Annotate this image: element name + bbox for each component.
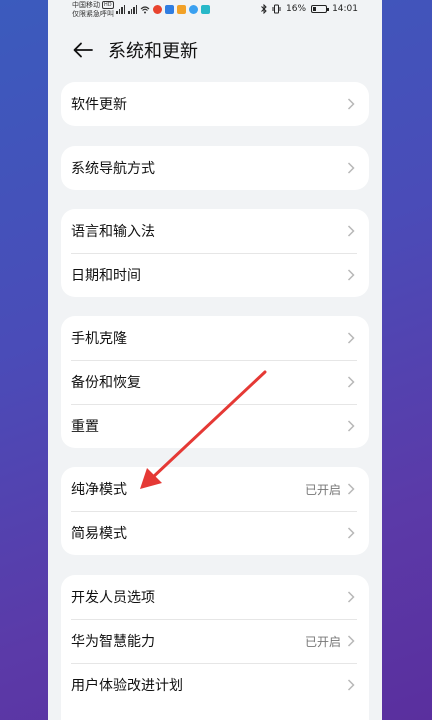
app-icon	[177, 5, 186, 14]
status-icons-left	[116, 5, 210, 14]
settings-item-navigation-mode[interactable]: 系统导航方式	[61, 146, 369, 190]
settings-group-software: 软件更新	[61, 82, 369, 126]
chevron-right-icon	[347, 591, 355, 603]
settings-item-label: 简易模式	[71, 526, 127, 542]
settings-item-label: 软件更新	[71, 97, 127, 113]
weibo-icon	[153, 5, 162, 14]
settings-item-user-experience[interactable]: 用户体验改进计划	[61, 663, 369, 707]
settings-item-label: 语言和输入法	[71, 224, 155, 240]
settings-item-label: 系统导航方式	[71, 161, 155, 177]
settings-item-simple-mode[interactable]: 简易模式	[61, 511, 369, 555]
back-button[interactable]	[68, 35, 98, 65]
status-bar: 中国移动 HD 仅限紧急呼叫 16% 14:01	[48, 0, 382, 24]
app-icon	[189, 5, 198, 14]
emergency-only-text: 仅限紧急呼叫	[72, 10, 114, 18]
settings-group-language-time: 语言和输入法 日期和时间	[61, 209, 369, 297]
settings-item-label: 用户体验改进计划	[71, 678, 183, 694]
chevron-right-icon	[347, 162, 355, 174]
settings-item-label: 手机克隆	[71, 331, 127, 347]
settings-item-phone-clone[interactable]: 手机克隆	[61, 316, 369, 360]
settings-item-status: 已开启	[304, 482, 341, 497]
settings-item-date-time[interactable]: 日期和时间	[61, 253, 369, 297]
settings-group-modes: 纯净模式 已开启 简易模式	[61, 467, 369, 555]
carrier-info: 中国移动 HD 仅限紧急呼叫	[72, 1, 114, 19]
chevron-right-icon	[347, 635, 355, 647]
clock: 14:01	[332, 4, 358, 14]
wifi-icon	[140, 5, 150, 13]
settings-group-backup: 手机克隆 备份和恢复 重置	[61, 316, 369, 448]
settings-group-navigation: 系统导航方式	[61, 146, 369, 190]
chevron-right-icon	[347, 376, 355, 388]
settings-item-backup-restore[interactable]: 备份和恢复	[61, 360, 369, 404]
settings-group-advanced: 开发人员选项 华为智慧能力 已开启 用户体验改进计划	[61, 575, 369, 720]
settings-item-label: 华为智慧能力	[71, 634, 155, 650]
app-icon	[165, 5, 174, 14]
bluetooth-icon	[261, 4, 267, 14]
vibrate-icon	[272, 4, 281, 14]
chevron-right-icon	[347, 527, 355, 539]
settings-item-software-update[interactable]: 软件更新	[61, 82, 369, 126]
settings-item-label: 备份和恢复	[71, 375, 141, 391]
app-icon	[201, 5, 210, 14]
page-header: 系统和更新	[48, 30, 382, 70]
settings-item-language-input[interactable]: 语言和输入法	[61, 209, 369, 253]
settings-item-pure-mode[interactable]: 纯净模式 已开启	[61, 467, 369, 511]
settings-item-status: 已开启	[304, 634, 341, 649]
settings-item-label: 日期和时间	[71, 268, 141, 284]
settings-item-developer-options[interactable]: 开发人员选项	[61, 575, 369, 619]
phone-screen: 中国移动 HD 仅限紧急呼叫 16% 14:01 系统和更新 软件更新 系统导航…	[48, 0, 382, 720]
battery-percent: 16%	[286, 4, 307, 14]
settings-item-label: 纯净模式	[71, 482, 127, 498]
chevron-right-icon	[347, 420, 355, 432]
settings-item-reset[interactable]: 重置	[61, 404, 369, 448]
chevron-right-icon	[347, 225, 355, 237]
chevron-right-icon	[347, 269, 355, 281]
back-arrow-icon	[73, 42, 93, 58]
chevron-right-icon	[347, 679, 355, 691]
chevron-right-icon	[347, 98, 355, 110]
settings-item-huawei-ai[interactable]: 华为智慧能力 已开启	[61, 619, 369, 663]
chevron-right-icon	[347, 483, 355, 495]
page-title: 系统和更新	[108, 41, 198, 62]
settings-item-label: 重置	[71, 419, 99, 435]
hd-badge: HD	[102, 1, 114, 9]
settings-item-label: 开发人员选项	[71, 590, 155, 606]
signal-icon	[116, 5, 125, 14]
battery-icon	[311, 5, 330, 13]
chevron-right-icon	[347, 332, 355, 344]
carrier-name: 中国移动	[72, 1, 100, 9]
status-icons-right: 16% 14:01	[261, 4, 358, 14]
signal-icon	[128, 5, 137, 14]
